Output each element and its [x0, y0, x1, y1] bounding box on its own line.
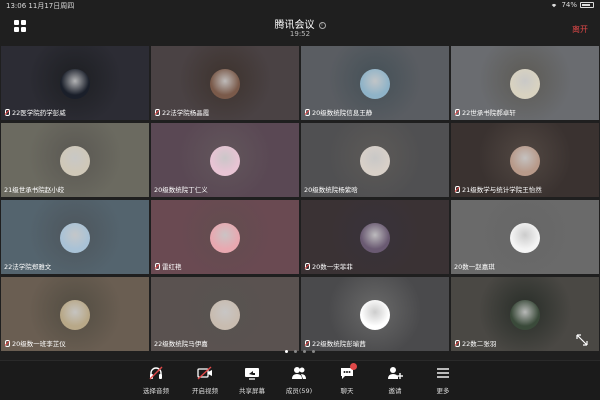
participant-label: 20数一赵嘉琪 [454, 261, 495, 271]
chat-label: 聊天 [340, 387, 354, 395]
members-button[interactable]: 成员(59) [279, 365, 319, 395]
page-indicator[interactable] [0, 338, 600, 357]
share-screen-icon [245, 368, 259, 380]
participant-tile[interactable]: 21级数学与统计学院王怡然 [451, 123, 599, 197]
participant-name: 20数一赵嘉琪 [454, 263, 495, 271]
mic-muted-icon [4, 108, 10, 116]
participant-name: 雷红艳 [162, 263, 182, 271]
headset-muted-icon [149, 366, 163, 380]
audio-button[interactable]: 选择音频 [136, 365, 176, 395]
wifi-icon [552, 3, 557, 8]
participant-label: 21级数学与统计学院王怡然 [454, 184, 542, 194]
participant-tile[interactable]: 21级世承书院赵小皎 [1, 123, 149, 197]
participant-name: 20数一宋菲菲 [312, 263, 353, 271]
participant-avatar [360, 223, 390, 253]
invite-button[interactable]: 邀请 [375, 365, 415, 395]
invite-icon [388, 367, 403, 379]
participant-avatar [210, 300, 240, 330]
participant-avatar [210, 69, 240, 99]
meeting-header: 腾讯会议 i 19:52 离开 [0, 10, 600, 42]
participant-label: 20数一宋菲菲 [304, 261, 353, 271]
page-dot[interactable] [303, 350, 306, 353]
participant-label: 22世承书院郝卓轩 [454, 107, 516, 117]
more-button[interactable]: 更多 [423, 365, 463, 395]
participant-avatar [210, 146, 240, 176]
members-label: 成员(59) [285, 387, 313, 395]
participant-avatar [60, 69, 90, 99]
participant-label: 22法学院郑雅文 [4, 261, 51, 271]
participant-avatar [60, 300, 90, 330]
mic-muted-icon [304, 108, 310, 116]
participant-name: 22法学院杨晶霞 [162, 109, 210, 117]
meeting-title[interactable]: 腾讯会议 i [0, 16, 600, 31]
share-screen-button[interactable]: 共享屏幕 [232, 365, 272, 395]
participant-name: 20级数统院丁仁义 [154, 186, 208, 194]
participant-name: 21级数学与统计学院王怡然 [462, 186, 542, 194]
participant-avatar [360, 300, 390, 330]
mic-muted-icon [154, 108, 160, 116]
participant-avatar [60, 146, 90, 176]
participant-tile[interactable]: 20数一宋菲菲 [301, 200, 449, 274]
participant-avatar [360, 69, 390, 99]
invite-label: 邀请 [388, 387, 402, 395]
participant-tile[interactable]: 20级数统院杨紫晗 [301, 123, 449, 197]
participant-tile[interactable]: 22世承书院郝卓轩 [451, 46, 599, 120]
participant-name: 21级世承书院赵小皎 [4, 186, 65, 194]
mic-muted-icon [454, 185, 460, 193]
share-screen-label: 共享屏幕 [239, 387, 265, 395]
info-icon[interactable]: i [318, 21, 326, 29]
participant-label: 22医学院药学彭威 [4, 107, 66, 117]
participant-tile[interactable]: 20数一赵嘉琪 [451, 200, 599, 274]
more-icon [437, 368, 449, 378]
more-label: 更多 [436, 387, 450, 395]
participant-avatar [510, 223, 540, 253]
participant-name: 22法学院郑雅文 [4, 263, 52, 271]
page-dot[interactable] [312, 350, 315, 353]
bottom-toolbar: 选择音频 开启视频 共享屏幕 成员(59) 聊天 邀请 更多 [0, 360, 600, 400]
chat-button[interactable]: 聊天 [327, 363, 367, 395]
fullscreen-icon[interactable] [576, 334, 588, 346]
video-grid: 22医学院药学彭威 22法学院杨晶霞 20级数统院信息王静 22世承书院郝卓轩 21级世… [0, 46, 600, 352]
participant-name: 22医学院药学彭威 [12, 109, 66, 117]
members-icon [292, 367, 306, 379]
participant-avatar [360, 146, 390, 176]
participant-avatar [210, 223, 240, 253]
page-dot[interactable] [285, 350, 288, 353]
battery-icon [580, 2, 594, 8]
participant-tile[interactable]: 22法学院杨晶霞 [151, 46, 299, 120]
participant-tile[interactable]: 22医学院药学彭威 [1, 46, 149, 120]
participant-tile[interactable]: 20级数统院丁仁义 [151, 123, 299, 197]
participant-label: 21级世承书院赵小皎 [4, 184, 64, 194]
video-label: 开启视频 [192, 387, 218, 395]
leave-button[interactable]: 离开 [572, 24, 588, 35]
participant-label: 20级数统院丁仁义 [154, 184, 208, 194]
participant-tile[interactable]: 雷红艳 [151, 200, 299, 274]
participant-tile[interactable]: 22法学院郑雅文 [1, 200, 149, 274]
status-bar: 13:06 11月17日周四 74% [0, 0, 600, 10]
video-button[interactable]: 开启视频 [185, 365, 225, 395]
page-dot[interactable] [294, 350, 297, 353]
audio-label: 选择音频 [143, 387, 169, 395]
status-right: 74% [550, 1, 594, 9]
participant-name: 20级数统院杨紫晗 [304, 186, 358, 194]
meeting-duration: 19:52 [289, 30, 311, 38]
participant-avatar [510, 300, 540, 330]
participant-label: 20级数统院信息王静 [304, 107, 372, 117]
participant-name: 22世承书院郝卓轩 [462, 109, 516, 117]
mic-muted-icon [154, 262, 160, 270]
chat-unread-badge [350, 363, 357, 370]
participant-avatar [60, 223, 90, 253]
participant-label: 雷红艳 [154, 261, 182, 271]
participant-tile[interactable]: 20级数统院信息王静 [301, 46, 449, 120]
mic-muted-icon [304, 262, 310, 270]
mic-muted-icon [454, 108, 460, 116]
camera-off-icon [197, 366, 212, 380]
participant-avatar [510, 146, 540, 176]
participant-label: 20级数统院杨紫晗 [304, 184, 358, 194]
battery-percent: 74% [561, 1, 577, 9]
participant-name: 20级数统院信息王静 [312, 109, 373, 117]
participant-label: 22法学院杨晶霞 [154, 107, 209, 117]
participant-avatar [510, 69, 540, 99]
